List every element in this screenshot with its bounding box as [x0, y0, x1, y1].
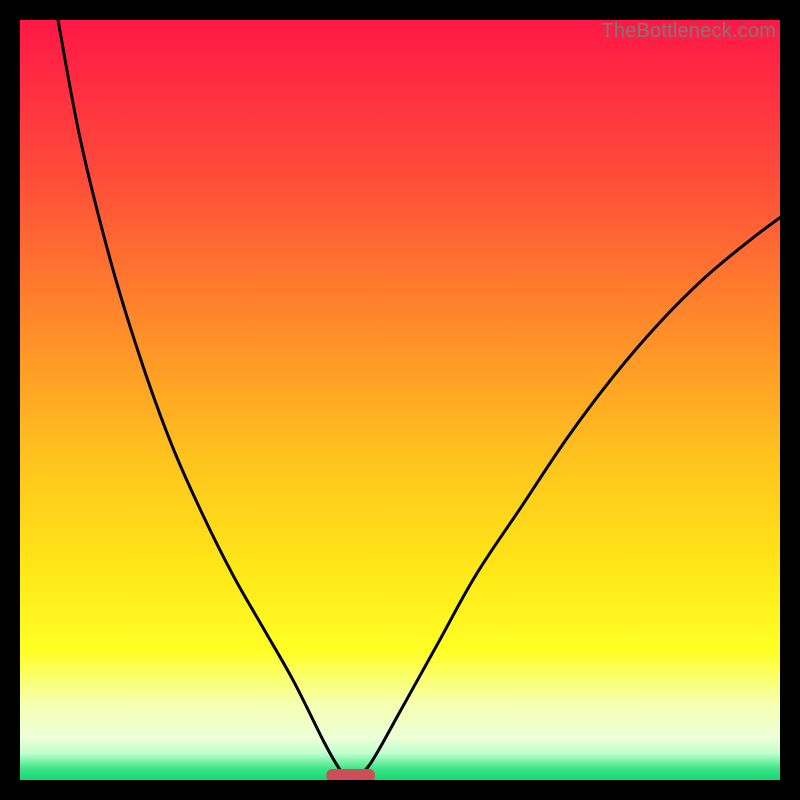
- watermark-text: TheBottleneck.com: [601, 20, 776, 43]
- optimal-range-marker: [326, 769, 375, 780]
- gradient-background: [20, 20, 780, 780]
- bottleneck-chart: [20, 20, 780, 780]
- chart-frame: TheBottleneck.com: [20, 20, 780, 780]
